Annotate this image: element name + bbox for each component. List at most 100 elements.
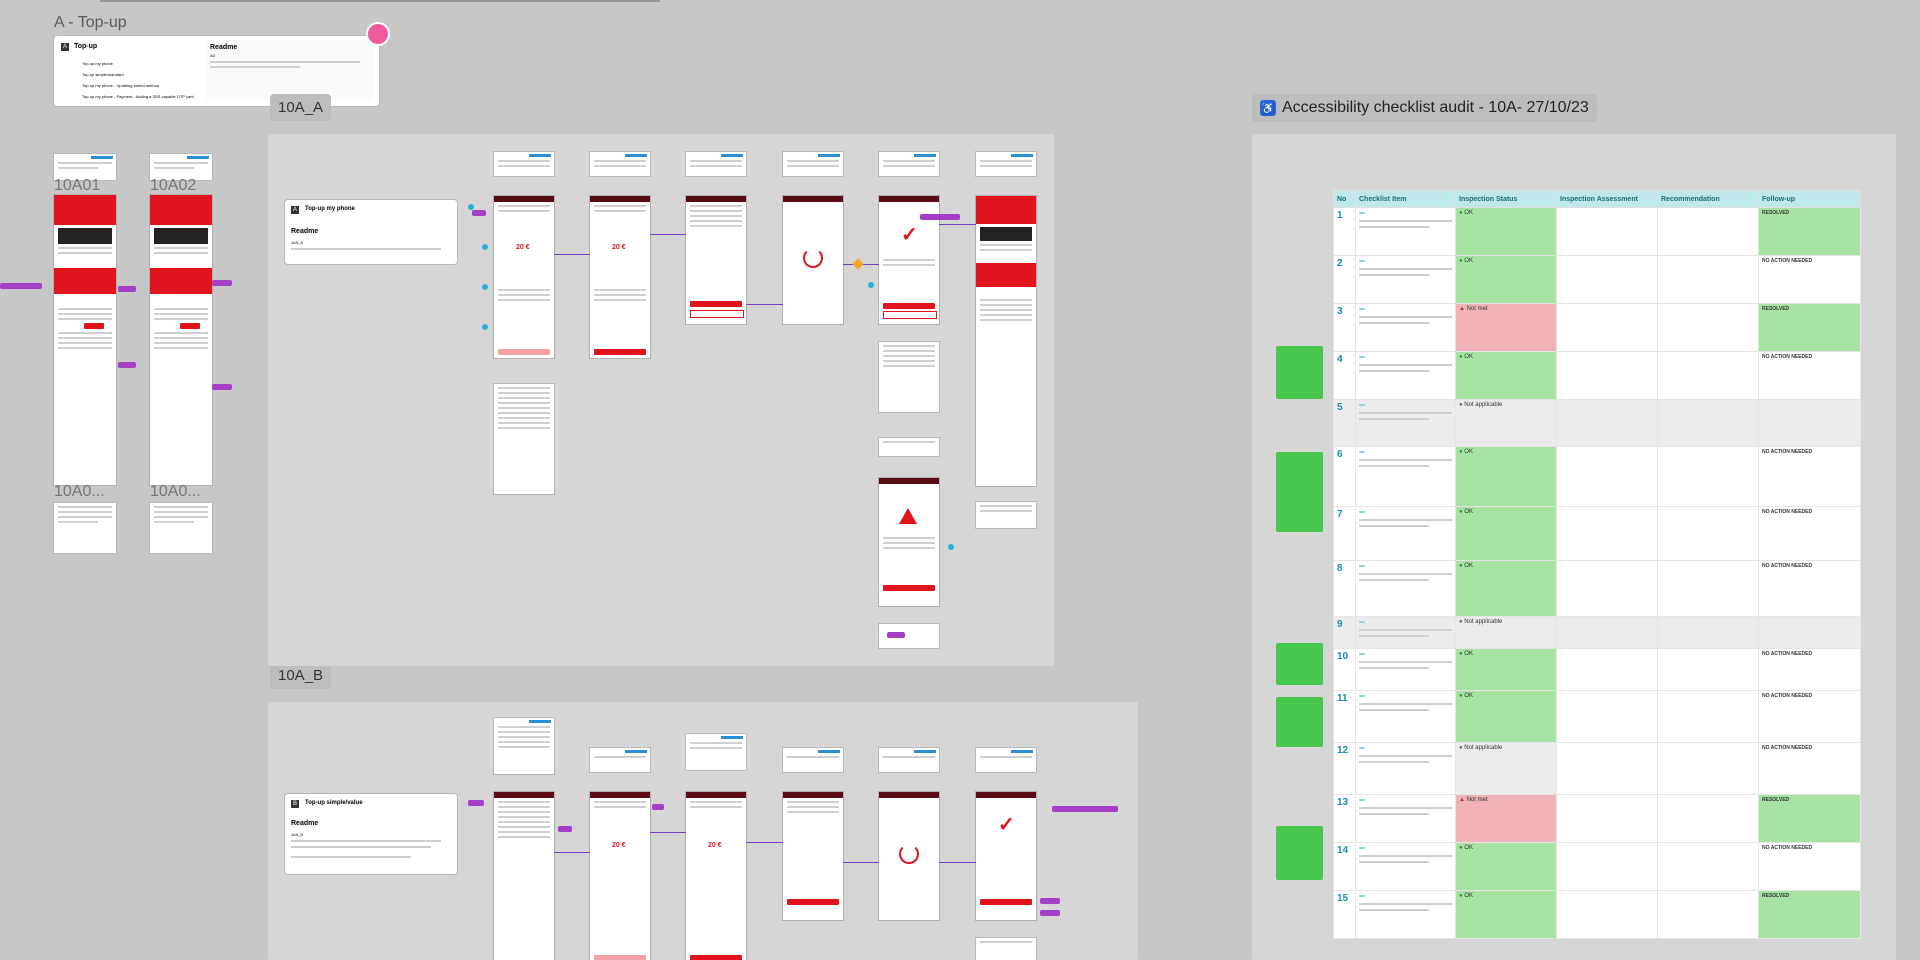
annotation-card[interactable] <box>494 718 554 774</box>
connector-tag[interactable] <box>920 214 960 220</box>
connector-tag[interactable] <box>472 210 486 216</box>
readme-item[interactable]: Top-up my phone <box>82 58 194 69</box>
connector-tag[interactable] <box>212 384 232 390</box>
inspection-status-cell: ● OK <box>1455 446 1557 507</box>
payment-summary-screen[interactable] <box>783 792 843 920</box>
text-line <box>980 319 1032 321</box>
connector-tag[interactable] <box>1052 806 1118 812</box>
processing-screen[interactable] <box>783 196 843 324</box>
connector-tag[interactable] <box>1040 910 1060 916</box>
annotation-card[interactable] <box>976 938 1036 960</box>
audit-frame-label[interactable]: ♿ Accessibility checklist audit - 10A- 2… <box>1252 94 1597 122</box>
frame-label-10a-a[interactable]: 10A_A <box>270 94 332 121</box>
sticky-note[interactable] <box>1276 452 1323 532</box>
checklist-item-cell <box>1355 690 1456 743</box>
annotation-card[interactable] <box>879 438 939 456</box>
error-screen[interactable] <box>879 478 939 606</box>
home-screen-updated[interactable] <box>976 196 1036 486</box>
contact-select-screen[interactable] <box>494 792 554 960</box>
connector-tag[interactable] <box>887 632 905 638</box>
connector-tag[interactable] <box>468 800 484 806</box>
screen-note-tag <box>1011 154 1033 157</box>
primary-button[interactable] <box>980 899 1032 905</box>
secondary-button[interactable] <box>883 311 937 319</box>
note-text-line <box>690 160 742 162</box>
continue-button[interactable] <box>594 349 646 355</box>
connector-tag[interactable] <box>558 826 572 832</box>
connector-tag[interactable] <box>118 362 136 368</box>
screen-note[interactable] <box>590 152 650 176</box>
topup-amount-screen[interactable]: 20 € <box>494 196 554 358</box>
screen-note[interactable] <box>783 748 843 772</box>
frame-10a-b[interactable]: B Top-up simple/value Readme 10A_B 20 € … <box>268 702 1138 960</box>
frame-10a-a[interactable]: A Top-up my phone Readme 10A_A 20 € 20 € <box>268 134 1054 666</box>
screen-note[interactable] <box>976 152 1036 176</box>
action-button[interactable] <box>180 323 200 329</box>
screen-note[interactable] <box>686 734 746 770</box>
connector-tag[interactable] <box>212 280 232 286</box>
section-title[interactable]: A - Top-up <box>54 14 127 32</box>
follow-up-cell <box>1758 399 1861 447</box>
action-button[interactable] <box>84 323 104 329</box>
readme-item[interactable]: Top-up my phone - Payment - Adding a 3DS… <box>82 91 194 102</box>
connection-point[interactable] <box>948 544 954 550</box>
decision-node[interactable] <box>852 258 864 270</box>
connection-point[interactable] <box>482 284 488 290</box>
topup-amount-screen[interactable]: 20 € <box>686 792 746 960</box>
continue-button[interactable] <box>690 955 742 960</box>
sticky-note[interactable] <box>1276 346 1323 399</box>
phone-screen-10a02[interactable] <box>150 195 212 485</box>
screen-note[interactable] <box>879 152 939 176</box>
primary-button[interactable] <box>883 303 935 309</box>
cancel-button[interactable] <box>690 310 744 318</box>
connector-tag[interactable] <box>652 804 664 810</box>
readme-item[interactable]: Top-up simple/standard <box>82 69 194 80</box>
screen-note[interactable] <box>590 748 650 772</box>
flow-readme-card-a[interactable]: A Top-up my phone Readme 10A_A <box>285 200 457 264</box>
continue-button[interactable] <box>498 349 550 355</box>
screen-note[interactable] <box>783 152 843 176</box>
retry-button[interactable] <box>883 585 935 591</box>
screen-note[interactable] <box>494 152 554 176</box>
confirmation-screen[interactable]: ✓ <box>976 792 1036 920</box>
payment-summary-screen[interactable] <box>686 196 746 324</box>
sticky-note[interactable] <box>1276 697 1323 747</box>
flow-connector <box>554 852 590 853</box>
table-row: 14 ● OK NO ACTION NEEDED <box>1333 842 1861 891</box>
annotation-card[interactable] <box>879 624 939 648</box>
note-card[interactable] <box>150 503 212 553</box>
connection-point[interactable] <box>482 324 488 330</box>
phone-header <box>879 478 939 484</box>
follow-up-cell: NO ACTION NEEDED <box>1758 648 1861 691</box>
text-line <box>498 210 550 212</box>
connector-tag[interactable] <box>1040 898 1060 904</box>
screen-note-tag <box>818 154 840 157</box>
frame-label-10a-b[interactable]: 10A_B <box>270 662 332 689</box>
screen-note[interactable] <box>686 152 746 176</box>
flow-readme-card-b[interactable]: B Top-up simple/value Readme 10A_B <box>285 794 457 874</box>
connection-point[interactable] <box>868 282 874 288</box>
screen-note[interactable] <box>976 748 1036 772</box>
screen-note[interactable] <box>879 748 939 772</box>
continue-button[interactable] <box>594 955 646 960</box>
connection-point[interactable] <box>482 244 488 250</box>
readme-item[interactable]: Top-up my phone - Updating stored method <box>82 80 194 91</box>
sticky-note[interactable] <box>1276 643 1323 685</box>
cell-text-line <box>1359 667 1429 669</box>
pay-button[interactable] <box>690 301 742 307</box>
topup-amount-screen[interactable]: 20 € <box>590 196 650 358</box>
connector-tag[interactable] <box>0 283 42 289</box>
phone-screen-10a01[interactable] <box>54 195 116 485</box>
screen-note-tag <box>625 750 647 753</box>
connector-tag[interactable] <box>118 286 136 292</box>
pay-button[interactable] <box>787 899 839 905</box>
user-avatar[interactable] <box>366 22 390 46</box>
sticky-note[interactable] <box>1276 826 1323 880</box>
annotation-card[interactable] <box>494 384 554 494</box>
topup-amount-screen[interactable]: 20 € <box>590 792 650 960</box>
annotation-card[interactable] <box>879 342 939 412</box>
processing-screen[interactable] <box>879 792 939 920</box>
follow-up-cell: NO ACTION NEEDED <box>1758 560 1861 617</box>
annotation-card[interactable] <box>976 502 1036 528</box>
note-card[interactable] <box>54 503 116 553</box>
